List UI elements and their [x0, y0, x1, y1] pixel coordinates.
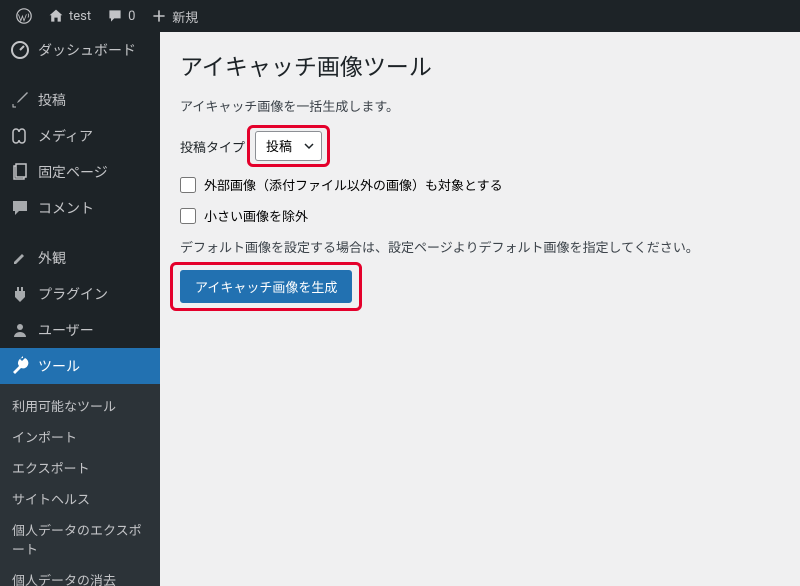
sidebar-item-pages[interactable]: 固定ページ	[0, 154, 160, 190]
sidebar-item-users[interactable]: ユーザー	[0, 312, 160, 348]
comments-count: 0	[128, 9, 135, 24]
submenu-import[interactable]: インポート	[0, 421, 160, 452]
submenu-site-health[interactable]: サイトヘルス	[0, 483, 160, 514]
pages-icon	[10, 162, 30, 182]
comment-icon	[107, 8, 123, 24]
sidebar-item-dashboard[interactable]: ダッシュボード	[0, 32, 160, 68]
post-type-label: 投稿タイプ	[180, 137, 245, 156]
main-content: アイキャッチ画像ツール アイキャッチ画像を一括生成します。 投稿タイプ 投稿 外…	[160, 32, 800, 586]
sidebar-item-plugins[interactable]: プラグイン	[0, 276, 160, 312]
external-images-label[interactable]: 外部画像（添付ファイル以外の画像）も対象とする	[204, 175, 503, 194]
comments-icon	[10, 198, 30, 218]
sidebar-item-label: 外観	[38, 248, 66, 268]
submenu-export[interactable]: エクスポート	[0, 452, 160, 483]
sidebar-item-comments[interactable]: コメント	[0, 190, 160, 226]
tools-submenu: 利用可能なツール インポート エクスポート サイトヘルス 個人データのエクスポー…	[0, 384, 160, 586]
page-description: アイキャッチ画像を一括生成します。	[180, 96, 780, 115]
wp-logo[interactable]	[8, 0, 40, 32]
new-content-link[interactable]: 新規	[143, 0, 206, 32]
site-link[interactable]: test	[40, 0, 99, 32]
sidebar-item-label: メディア	[38, 126, 93, 146]
post-type-row: 投稿タイプ 投稿	[180, 131, 780, 161]
posts-icon	[10, 90, 30, 110]
appearance-icon	[10, 248, 30, 268]
admin-bar: test 0 新規	[0, 0, 800, 32]
exclude-small-row: 小さい画像を除外	[180, 206, 780, 225]
sidebar-item-label: 固定ページ	[38, 162, 108, 182]
post-type-select[interactable]: 投稿	[255, 131, 322, 161]
page-title: アイキャッチ画像ツール	[180, 48, 780, 82]
sidebar-item-label: 投稿	[38, 90, 66, 110]
submenu-export-personal[interactable]: 個人データのエクスポート	[0, 514, 160, 564]
home-icon	[48, 8, 64, 24]
sidebar-item-appearance[interactable]: 外観	[0, 240, 160, 276]
sidebar-item-label: ユーザー	[38, 320, 94, 340]
exclude-small-label[interactable]: 小さい画像を除外	[204, 206, 308, 225]
sidebar-item-label: コメント	[38, 198, 94, 218]
external-images-row: 外部画像（添付ファイル以外の画像）も対象とする	[180, 175, 780, 194]
sidebar-item-label: プラグイン	[38, 284, 108, 304]
media-icon	[10, 126, 30, 146]
submenu-available-tools[interactable]: 利用可能なツール	[0, 390, 160, 421]
submenu-erase-personal[interactable]: 個人データの消去	[0, 564, 160, 586]
external-images-checkbox[interactable]	[180, 177, 196, 193]
sidebar-item-tools[interactable]: ツール	[0, 348, 160, 384]
default-image-note: デフォルト画像を設定する場合は、設定ページよりデフォルト画像を指定してください。	[180, 237, 780, 256]
tools-icon	[10, 356, 30, 376]
wordpress-icon	[16, 8, 32, 24]
sidebar-item-media[interactable]: メディア	[0, 118, 160, 154]
exclude-small-checkbox[interactable]	[180, 208, 196, 224]
sidebar-item-label: ツール	[38, 356, 80, 376]
plus-icon	[151, 8, 167, 24]
dashboard-icon	[10, 40, 30, 60]
sidebar-item-posts[interactable]: 投稿	[0, 82, 160, 118]
admin-sidebar: ダッシュボード 投稿 メディア 固定ページ コメント 外観 プラグイン	[0, 32, 160, 586]
site-name: test	[69, 9, 91, 24]
comments-link[interactable]: 0	[99, 0, 143, 32]
plugins-icon	[10, 284, 30, 304]
generate-button[interactable]: アイキャッチ画像を生成	[180, 270, 352, 303]
users-icon	[10, 320, 30, 340]
new-label: 新規	[172, 7, 198, 26]
sidebar-item-label: ダッシュボード	[38, 40, 136, 60]
